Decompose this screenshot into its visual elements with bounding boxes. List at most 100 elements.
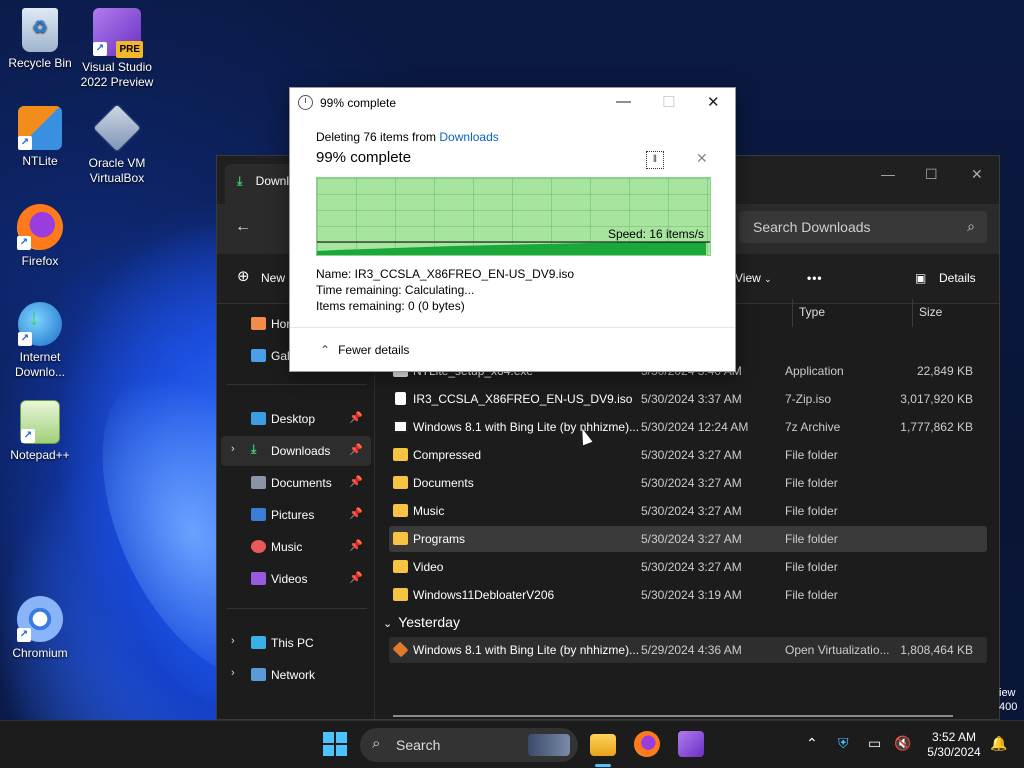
search-highlight-icon (528, 734, 570, 756)
desktop-icon-recycle-bin[interactable]: ♻ Recycle Bin (0, 8, 80, 71)
chevron-right-icon[interactable]: › (231, 667, 235, 679)
volume-muted-icon[interactable]: 🔇 (894, 735, 911, 752)
taskbar-search-box[interactable]: ⌕ Search (360, 728, 578, 762)
chevron-right-icon[interactable]: › (231, 443, 235, 455)
pause-button[interactable]: ‖ (646, 151, 664, 169)
network-icon (251, 668, 266, 681)
desktop-icon-label: Oracle VM VirtualBox (88, 156, 146, 185)
sidebar-item-network[interactable]: › Network (221, 660, 371, 690)
firefox-taskbar-icon[interactable] (634, 731, 660, 757)
minimize-icon[interactable]: — (616, 93, 631, 110)
desktop-icon-ntlite[interactable]: ↗ NTLite (0, 106, 80, 169)
table-row-selected[interactable]: Programs 5/30/2024 3:27 AM File folder (389, 526, 987, 552)
table-row[interactable]: Music 5/30/2024 3:27 AM File folder (389, 498, 987, 524)
speed-graph-area (317, 242, 707, 255)
cancel-operation-icon[interactable]: ✕ (696, 150, 708, 167)
desktop-icon-internet-download-manager[interactable]: ↓ ↗ Internet Downlo... (0, 302, 80, 380)
time-remaining: Time remaining: Calculating... (316, 283, 475, 297)
sidebar-item-pictures[interactable]: Pictures 📌 (221, 500, 371, 530)
chevron-up-icon[interactable]: ⌃ (806, 735, 818, 752)
details-pane-icon: ▣ (915, 271, 927, 285)
desktop-icon-visual-studio[interactable]: PRE ↗ Visual Studio 2022 Preview (77, 8, 157, 90)
firefox-icon: ↗ (17, 204, 63, 250)
active-app-indicator (595, 764, 611, 767)
table-row[interactable]: Windows 8.1 with Bing Lite (by nhhizme).… (389, 414, 987, 440)
desktop-icon-label: Internet Downlo... (14, 350, 66, 379)
sidebar-divider (227, 608, 367, 609)
table-row[interactable]: Windows 8.1 with Bing Lite (by nhhizme).… (389, 637, 987, 663)
download-icon: ⤓ (237, 174, 243, 188)
start-button[interactable] (322, 731, 348, 757)
sidebar-item-documents[interactable]: Documents 📌 (221, 468, 371, 498)
pin-icon[interactable]: 📌 (349, 443, 363, 456)
pin-icon[interactable]: 📌 (349, 571, 363, 584)
file-explorer-taskbar-icon[interactable] (590, 734, 616, 756)
desktop-icon-firefox[interactable]: ↗ Firefox (0, 204, 80, 269)
system-clock[interactable]: 3:52 AM 5/30/2024 (918, 730, 990, 760)
chevron-right-icon[interactable]: › (231, 635, 235, 647)
pin-icon[interactable]: 📌 (349, 539, 363, 552)
visual-studio-icon: PRE ↗ (93, 8, 143, 58)
desktop-icon-chromium[interactable]: ↗ Chromium (0, 596, 80, 661)
chevron-up-icon: ⌃ (320, 343, 331, 357)
desktop-icon-label: Visual Studio 2022 Preview (80, 60, 154, 89)
background-window-edge-text: iew 400 (999, 687, 1018, 713)
downloads-link[interactable]: Downloads (439, 130, 498, 144)
folder-icon (393, 532, 408, 545)
sidebar-item-downloads[interactable]: › ⤓ Downloads 📌 (221, 436, 371, 466)
desktop-icon-label: Recycle Bin (8, 56, 72, 70)
table-row[interactable]: IR3_CCSLA_X86FREO_EN-US_DV9.iso 5/30/202… (389, 386, 987, 412)
sidebar-item-this-pc[interactable]: › This PC (221, 628, 371, 658)
chevron-down-icon: ⌄ (383, 618, 393, 630)
table-row[interactable]: Compressed 5/30/2024 3:27 AM File folder (389, 442, 987, 468)
close-icon[interactable]: ✕ (707, 93, 720, 111)
desktop-icon-virtualbox[interactable]: Oracle VM VirtualBox (77, 102, 157, 186)
table-row[interactable]: Documents 5/30/2024 3:27 AM File folder (389, 470, 987, 496)
horizontal-scrollbar[interactable] (393, 715, 953, 717)
group-header-yesterday[interactable]: ⌄ Yesterday (383, 614, 460, 630)
dialog-footer: ⌃ Fewer details (290, 327, 735, 371)
ntlite-icon: ↗ (18, 106, 62, 150)
maximize-icon[interactable]: ☐ (925, 166, 938, 183)
sidebar-item-desktop[interactable]: Desktop 📌 (221, 404, 371, 434)
desktop-icon-label: NTLite (22, 154, 58, 168)
search-placeholder: Search Downloads (753, 219, 871, 235)
more-options-button[interactable]: ••• (807, 271, 823, 285)
table-row[interactable]: Windows11DebloaterV206 5/30/2024 3:19 AM… (389, 582, 987, 608)
internet-download-manager-icon: ↓ ↗ (18, 302, 62, 346)
folder-icon (393, 504, 408, 517)
notification-bell-icon[interactable]: 🔔 (990, 735, 1007, 752)
plus-icon: ⊕ (237, 268, 250, 285)
back-arrow-icon[interactable]: ← (235, 218, 251, 236)
new-button[interactable]: New (261, 271, 285, 285)
chevron-down-icon: ⌄ (764, 274, 772, 284)
sidebar-item-videos[interactable]: Videos 📌 (221, 564, 371, 594)
current-file-name: Name: IR3_CCSLA_X86FREO_EN-US_DV9.iso (316, 267, 575, 281)
this-pc-icon (251, 636, 266, 649)
pin-icon[interactable]: 📌 (349, 411, 363, 424)
close-icon[interactable]: ✕ (971, 166, 983, 183)
minimize-icon[interactable]: — (881, 166, 895, 182)
speed-graph-svg (317, 241, 710, 255)
videos-icon (251, 572, 266, 585)
speed-label: Speed: 16 items/s (607, 227, 704, 241)
visual-studio-taskbar-icon[interactable] (678, 731, 704, 757)
download-icon: ⤓ (251, 442, 257, 456)
sidebar-item-music[interactable]: Music 📌 (221, 532, 371, 562)
pin-icon[interactable]: 📌 (349, 507, 363, 520)
virtualbox-appliance-icon (392, 641, 409, 658)
security-shield-icon[interactable]: ⛨ (838, 735, 849, 752)
network-display-icon[interactable]: ▭ (868, 735, 881, 752)
clock-icon (298, 95, 313, 110)
gallery-icon (251, 349, 266, 362)
fewer-details-button[interactable]: ⌃ Fewer details (320, 343, 409, 357)
desktop-icon-notepad-plus-plus[interactable]: ↗ Notepad++ (0, 400, 80, 463)
progress-speed-graph: Speed: 16 items/s (316, 177, 711, 256)
details-button[interactable]: Details (939, 271, 976, 285)
view-button[interactable]: View ⌄ (735, 271, 772, 285)
table-row[interactable]: Video 5/30/2024 3:27 AM File folder (389, 554, 987, 580)
folder-icon (393, 560, 408, 573)
chromium-icon: ↗ (17, 596, 63, 642)
search-input[interactable]: Search Downloads ⌕ (739, 211, 987, 243)
pin-icon[interactable]: 📌 (349, 475, 363, 488)
